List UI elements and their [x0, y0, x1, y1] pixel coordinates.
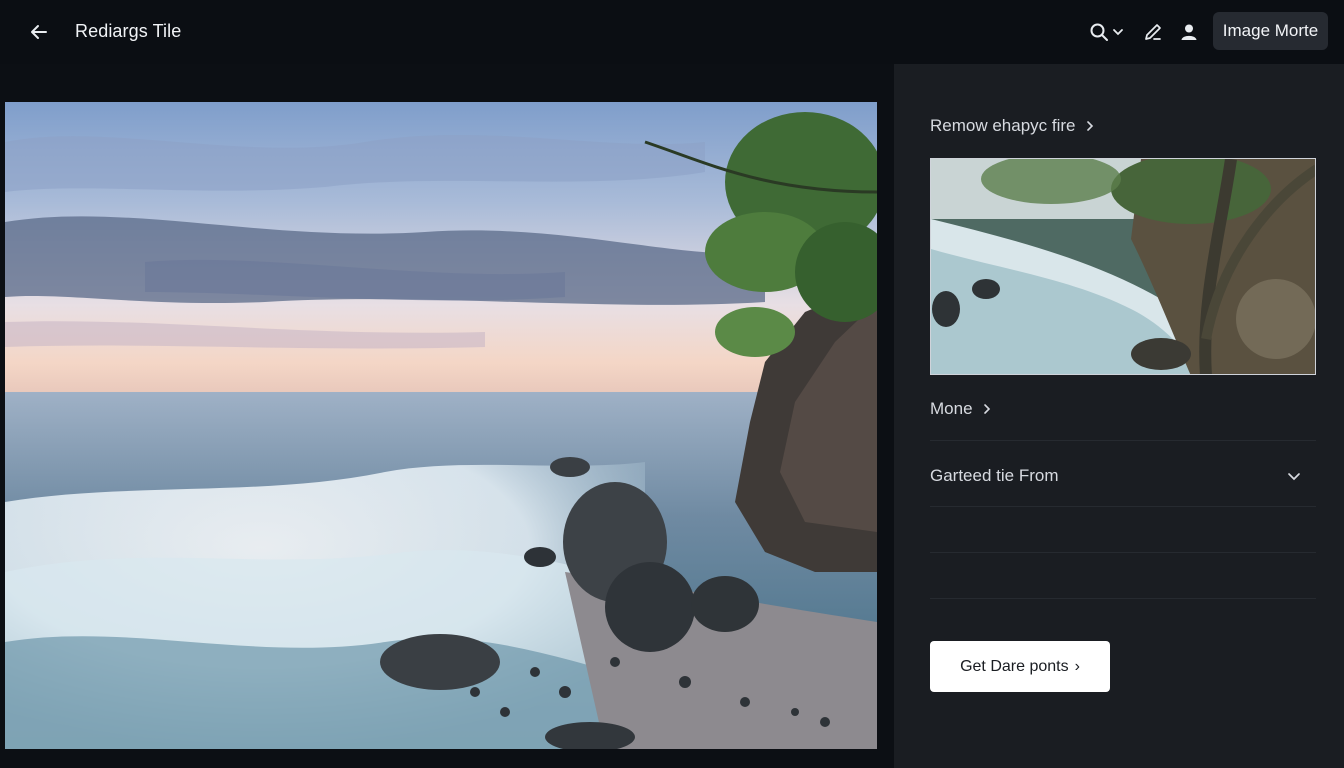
edit-button[interactable]: [1140, 18, 1166, 46]
seascape-image: [5, 102, 877, 749]
more-link[interactable]: Mone: [930, 399, 993, 419]
back-arrow-icon: [31, 25, 47, 39]
divider: [930, 506, 1316, 507]
account-button[interactable]: [1176, 18, 1202, 46]
chevron-down-icon: [1113, 29, 1123, 36]
chevron-right-icon: [983, 404, 990, 414]
divider: [930, 440, 1316, 441]
divider: [930, 552, 1316, 553]
dropdown-label: Garteed tie From: [930, 466, 1059, 485]
remove-link-label: Remow ehapyc fire: [930, 116, 1076, 135]
thumbnail-image[interactable]: [930, 158, 1316, 375]
chevron-right-icon: [1086, 121, 1093, 131]
cta-arrow-icon: ›: [1074, 657, 1080, 675]
search-button[interactable]: [1084, 18, 1130, 46]
source-dropdown[interactable]: Garteed tie From: [930, 460, 1316, 492]
back-button[interactable]: [24, 18, 54, 46]
more-link-label: Mone: [930, 399, 973, 418]
image-more-button[interactable]: Image Morte: [1213, 12, 1328, 50]
top-bar: Rediargs Tile Image Morte: [0, 0, 1344, 64]
main-image: [5, 102, 877, 749]
river-thumbnail: [931, 159, 1315, 374]
user-icon: [1181, 24, 1197, 40]
get-data-points-button[interactable]: Get Dare ponts ›: [930, 641, 1110, 692]
cta-label: Get Dare ponts: [960, 657, 1069, 675]
page-title: Rediargs Tile: [75, 21, 182, 41]
remove-link[interactable]: Remow ehapyc fire: [930, 116, 1096, 136]
chevron-down-icon: [1288, 473, 1300, 481]
divider: [930, 598, 1316, 599]
search-icon: [1090, 23, 1108, 41]
edit-pen-icon: [1145, 24, 1161, 40]
